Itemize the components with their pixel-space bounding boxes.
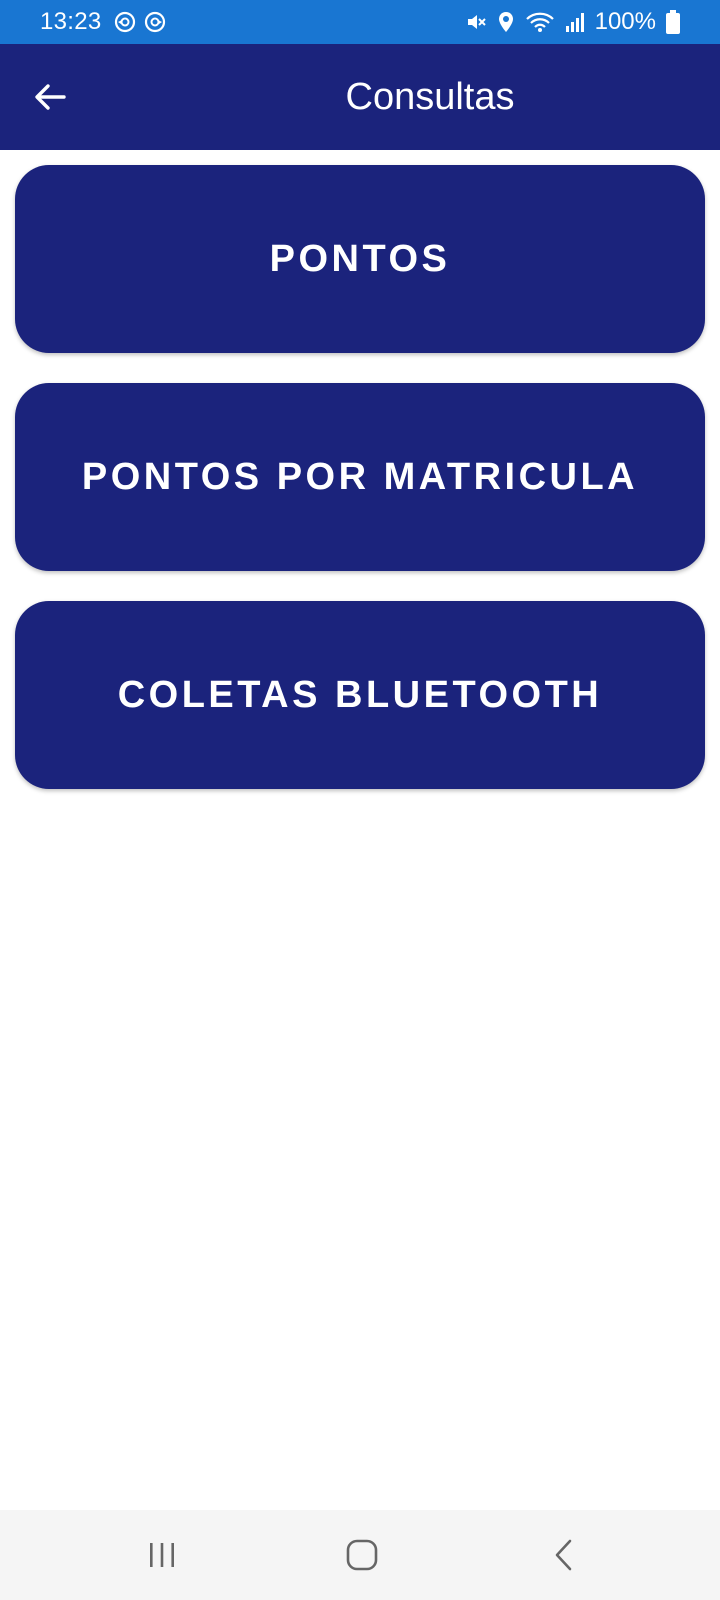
home-icon: [346, 1539, 378, 1571]
app-bar: Consultas: [0, 44, 720, 150]
mute-icon: [465, 11, 487, 33]
coletas-bluetooth-button-label: COLETAS BLUETOOTH: [117, 673, 603, 716]
recents-icon: [147, 1541, 177, 1569]
home-button[interactable]: [332, 1530, 392, 1580]
pontos-por-matricula-button-label: PONTOS POR MATRICULA: [81, 455, 639, 498]
page-title-container: Consultas: [0, 44, 720, 150]
nav-back-button[interactable]: [534, 1530, 594, 1580]
signal-icon: [565, 12, 585, 32]
page-title: Consultas: [345, 75, 515, 118]
status-time: 13:23: [40, 8, 102, 35]
status-right-icons: 100%: [465, 8, 680, 36]
status-bar: 13:23 100%: [0, 0, 720, 44]
status-left-icons: [114, 11, 166, 33]
back-icon: [553, 1539, 575, 1571]
location-icon: [497, 11, 515, 33]
sync-icon: [144, 11, 166, 33]
coletas-bluetooth-button[interactable]: COLETAS BLUETOOTH: [15, 601, 705, 789]
battery-icon: [666, 10, 680, 34]
recents-button[interactable]: [132, 1530, 192, 1580]
battery-percentage: 100%: [594, 8, 656, 35]
pontos-button-label: PONTOS: [269, 237, 451, 280]
menu-list: PONTOS PONTOS POR MATRICULA COLETAS BLUE…: [15, 165, 705, 819]
pontos-button[interactable]: PONTOS: [15, 165, 705, 353]
wifi-icon: [525, 11, 555, 33]
sync-icon: [114, 11, 136, 33]
navigation-bar: [0, 1510, 720, 1600]
pontos-por-matricula-button[interactable]: PONTOS POR MATRICULA: [15, 383, 705, 571]
